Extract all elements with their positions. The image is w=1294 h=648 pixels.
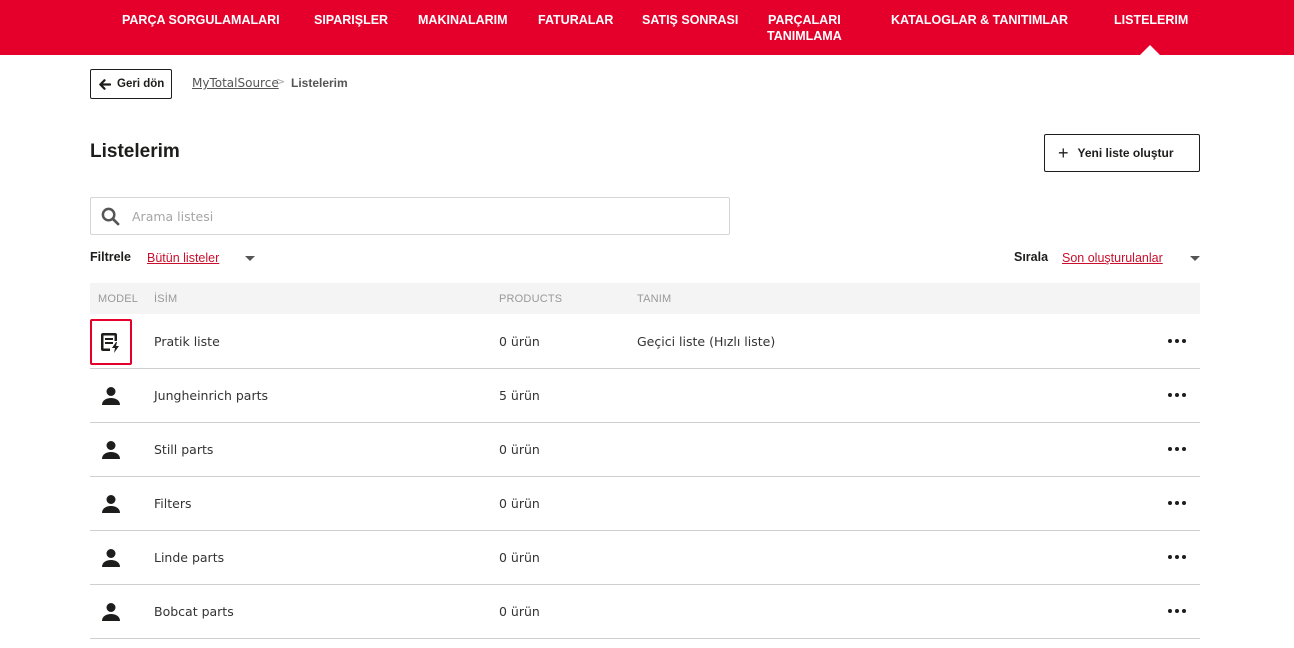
- more-options-button[interactable]: [1164, 547, 1190, 567]
- row-products: 0 ürün: [499, 604, 540, 619]
- row-name: Filters: [154, 496, 192, 511]
- nav-item-kataloglar[interactable]: KATALOGLAR & TANITIMLAR: [891, 12, 1068, 28]
- nav-item-parcalari-tanimlama[interactable]: PARÇALARI TANIMLAMA: [767, 12, 842, 44]
- table-header: MODEL İSİM PRODUCTS TANIM: [90, 283, 1200, 314]
- row-model-cell: [90, 319, 132, 365]
- more-horizontal-icon: [1168, 339, 1186, 343]
- arrow-left-icon: [99, 78, 111, 90]
- quick-list-icon: [101, 333, 119, 353]
- filter-label: Filtrele: [90, 250, 131, 264]
- table-row[interactable]: Still parts 0 ürün: [90, 423, 1200, 477]
- nav-item-label-line1: PARÇALARI: [768, 13, 841, 27]
- table-row[interactable]: Linde parts 0 ürün: [90, 531, 1200, 585]
- person-icon: [102, 495, 120, 513]
- person-icon: [102, 603, 120, 621]
- more-horizontal-icon: [1168, 609, 1186, 613]
- more-horizontal-icon: [1168, 555, 1186, 559]
- breadcrumb-current: Listelerim: [291, 76, 348, 90]
- new-list-button[interactable]: + Yeni liste oluştur: [1044, 134, 1200, 172]
- filter-chevron-down-icon[interactable]: [245, 256, 255, 261]
- nav-item-label-line2: TANIMLAMA: [767, 29, 842, 43]
- more-horizontal-icon: [1168, 447, 1186, 451]
- column-header-name: İSİM: [154, 293, 178, 305]
- search-icon: [101, 207, 120, 225]
- row-name: Pratik liste: [154, 334, 220, 349]
- column-header-model: MODEL: [98, 293, 139, 305]
- page-title: Listelerim: [90, 141, 180, 162]
- more-horizontal-icon: [1168, 393, 1186, 397]
- person-icon: [102, 387, 120, 405]
- table-row[interactable]: Pratik liste 0 ürün Geçici liste (Hızlı …: [90, 315, 1200, 369]
- sort-dropdown[interactable]: Son oluşturulanlar: [1062, 251, 1163, 265]
- row-name: Linde parts: [154, 550, 225, 565]
- row-products: 0 ürün: [499, 334, 540, 349]
- more-options-button[interactable]: [1164, 385, 1190, 405]
- table-row[interactable]: Jungheinrich parts 5 ürün: [90, 369, 1200, 423]
- row-products: 0 ürün: [499, 550, 540, 565]
- sort-label: Sırala: [1014, 250, 1049, 264]
- nav-item-satis-sonrasi[interactable]: SATIŞ SONRASI: [642, 12, 738, 28]
- plus-icon: +: [1058, 143, 1069, 163]
- table-row[interactable]: Bobcat parts 0 ürün: [90, 585, 1200, 639]
- row-products: 0 ürün: [499, 442, 540, 457]
- column-header-description: TANIM: [637, 293, 672, 305]
- table-row[interactable]: Filters 0 ürün: [90, 477, 1200, 531]
- row-name: Still parts: [154, 442, 214, 457]
- nav-item-makinalarim[interactable]: MAKINALARIM: [418, 12, 508, 28]
- nav-item-listelerim[interactable]: LISTELERIM: [1114, 12, 1188, 28]
- column-header-products: PRODUCTS: [499, 293, 563, 305]
- nav-item-faturalar[interactable]: FATURALAR: [538, 12, 613, 28]
- more-horizontal-icon: [1168, 501, 1186, 505]
- new-list-button-label: Yeni liste oluştur: [1077, 146, 1174, 160]
- back-button[interactable]: Geri dön: [90, 69, 172, 99]
- row-model-cell: [90, 589, 132, 635]
- row-model-cell: [90, 427, 132, 473]
- row-model-cell: [90, 535, 132, 581]
- back-button-label: Geri dön: [117, 78, 165, 90]
- active-nav-indicator: [1140, 45, 1160, 55]
- row-model-cell: [90, 481, 132, 527]
- sort-chevron-down-icon[interactable]: [1190, 256, 1200, 261]
- row-name: Jungheinrich parts: [154, 388, 269, 403]
- search-box: [90, 197, 730, 235]
- filter-dropdown[interactable]: Bütün listeler: [147, 251, 219, 265]
- top-navigation: PARÇA SORGULAMALARI SIPARIŞLER MAKINALAR…: [0, 0, 1294, 55]
- search-input[interactable]: [132, 208, 692, 224]
- row-description: Geçici liste (Hızlı liste): [637, 334, 776, 349]
- person-icon: [102, 549, 120, 567]
- more-options-button[interactable]: [1164, 439, 1190, 459]
- nav-item-parca-sorgulamalari[interactable]: PARÇA SORGULAMALARI: [122, 12, 280, 28]
- more-options-button[interactable]: [1164, 331, 1190, 351]
- row-model-cell: [90, 373, 132, 419]
- row-products: 5 ürün: [499, 388, 540, 403]
- breadcrumb-root-link[interactable]: MyTotalSource: [192, 76, 279, 90]
- breadcrumb-separator: >: [276, 75, 286, 88]
- more-options-button[interactable]: [1164, 601, 1190, 621]
- person-icon: [102, 441, 120, 459]
- row-products: 0 ürün: [499, 496, 540, 511]
- row-name: Bobcat parts: [154, 604, 234, 619]
- nav-item-siparisler[interactable]: SIPARIŞLER: [314, 12, 388, 28]
- more-options-button[interactable]: [1164, 493, 1190, 513]
